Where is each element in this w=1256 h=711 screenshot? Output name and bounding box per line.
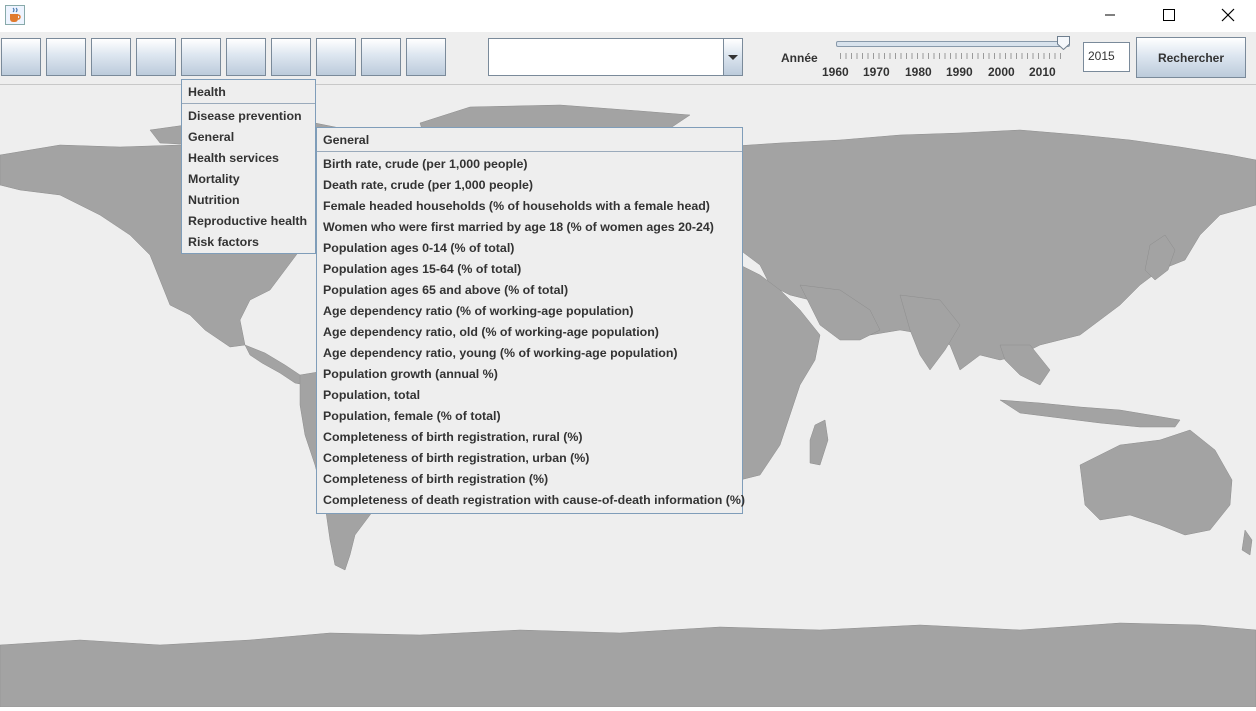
category-button-4[interactable] <box>136 38 176 76</box>
indicator-death-registration[interactable]: Completeness of death registration with … <box>317 490 745 511</box>
maximize-button[interactable] <box>1146 0 1192 30</box>
indicator-birth-rate[interactable]: Birth rate, crude (per 1,000 people) <box>317 154 742 175</box>
slider-tick-label: 1970 <box>863 65 890 79</box>
health-menu-title: Health <box>188 85 226 99</box>
menu-separator <box>317 151 742 152</box>
central-america-shape <box>244 344 306 386</box>
close-button[interactable] <box>1205 0 1251 30</box>
madagascar-shape <box>809 419 829 466</box>
minimize-button[interactable] <box>1087 0 1133 30</box>
slider-tick-label: 2010 <box>1029 65 1056 79</box>
indicator-age-dependency-ratio[interactable]: Age dependency ratio (% of working-age p… <box>317 301 742 322</box>
indonesia-shape <box>999 399 1181 428</box>
search-button[interactable]: Rechercher <box>1136 37 1246 78</box>
close-icon <box>1221 8 1235 22</box>
slider-tick-label: 1990 <box>946 65 973 79</box>
australia-shape <box>1079 429 1233 536</box>
indicator-population-0-14[interactable]: Population ages 0-14 (% of total) <box>317 238 742 259</box>
slider-tick-label: 1980 <box>905 65 932 79</box>
year-slider-track[interactable] <box>836 41 1070 47</box>
southeast-asia-shape <box>999 344 1051 386</box>
category-button-health[interactable] <box>181 38 221 76</box>
new-zealand-shape <box>1241 529 1253 556</box>
indicator-birth-registration-urban[interactable]: Completeness of birth registration, urba… <box>317 448 742 469</box>
indicator-female-headed-households[interactable]: Female headed households (% of household… <box>317 196 742 217</box>
indicator-population-total[interactable]: Population, total <box>317 385 742 406</box>
category-button-3[interactable] <box>91 38 131 76</box>
year-slider-thumb[interactable] <box>1057 36 1070 50</box>
category-button-6[interactable] <box>226 38 266 76</box>
indicator-population-65-plus[interactable]: Population ages 65 and above (% of total… <box>317 280 742 301</box>
menu-item-reproductive-health[interactable]: Reproductive health <box>182 211 315 232</box>
slider-tick-label: 1960 <box>822 65 849 79</box>
indicator-population-15-64[interactable]: Population ages 15-64 (% of total) <box>317 259 742 280</box>
indicator-women-married-by-18[interactable]: Women who were first married by age 18 (… <box>317 217 742 238</box>
chevron-down-icon[interactable] <box>723 39 742 75</box>
java-cup-icon[interactable] <box>5 5 25 25</box>
category-button-10[interactable] <box>406 38 446 76</box>
toolbar: Année 1960 1970 1980 1990 2000 2010 2015… <box>0 32 1256 85</box>
year-slider-ticks <box>840 53 1063 59</box>
indicator-population-female[interactable]: Population, female (% of total) <box>317 406 742 427</box>
year-input[interactable]: 2015 <box>1083 42 1130 72</box>
category-button-7[interactable] <box>271 38 311 76</box>
menu-item-health-services[interactable]: Health services <box>182 148 315 169</box>
indicator-combobox[interactable] <box>488 38 743 76</box>
menu-separator <box>182 103 315 104</box>
health-menu: Health Disease prevention General Health… <box>181 79 316 254</box>
category-button-1[interactable] <box>1 38 41 76</box>
menu-item-disease-prevention[interactable]: Disease prevention <box>182 106 315 127</box>
general-menu-title: General <box>323 133 370 147</box>
indicator-death-rate[interactable]: Death rate, crude (per 1,000 people) <box>317 175 742 196</box>
category-button-2[interactable] <box>46 38 86 76</box>
menu-item-nutrition[interactable]: Nutrition <box>182 190 315 211</box>
year-label: Année <box>781 51 818 65</box>
menu-item-risk-factors[interactable]: Risk factors <box>182 232 315 253</box>
maximize-icon <box>1163 9 1175 21</box>
antarctica-shape <box>0 622 1256 708</box>
indicator-birth-registration[interactable]: Completeness of birth registration (%) <box>317 469 742 490</box>
general-submenu: General Birth rate, crude (per 1,000 peo… <box>316 127 745 514</box>
indicator-birth-registration-rural[interactable]: Completeness of birth registration, rura… <box>317 427 742 448</box>
window-titlebar <box>0 0 1256 32</box>
indicator-age-dependency-young[interactable]: Age dependency ratio, young (% of workin… <box>317 343 742 364</box>
indicator-population-growth[interactable]: Population growth (annual %) <box>317 364 742 385</box>
category-button-8[interactable] <box>316 38 356 76</box>
minimize-icon <box>1105 14 1115 16</box>
category-button-9[interactable] <box>361 38 401 76</box>
indicator-age-dependency-old[interactable]: Age dependency ratio, old (% of working-… <box>317 322 742 343</box>
menu-item-mortality[interactable]: Mortality <box>182 169 315 190</box>
menu-item-general[interactable]: General <box>182 127 315 148</box>
slider-tick-label: 2000 <box>988 65 1015 79</box>
